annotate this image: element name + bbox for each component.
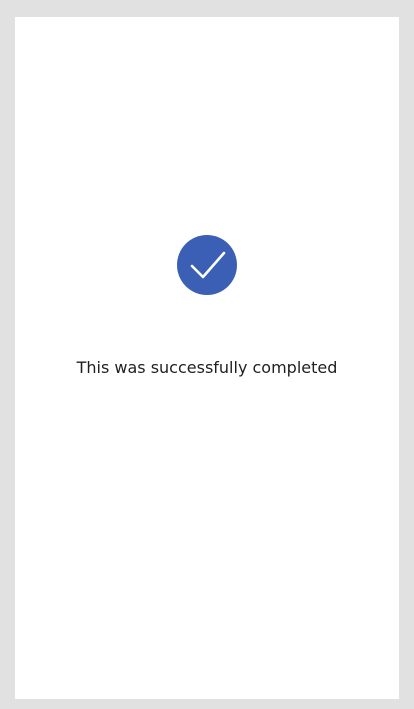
success-check-icon	[177, 235, 237, 295]
success-card: This was successfully completed	[15, 17, 399, 699]
success-message: This was successfully completed	[76, 358, 338, 377]
checkmark-icon	[190, 251, 226, 279]
